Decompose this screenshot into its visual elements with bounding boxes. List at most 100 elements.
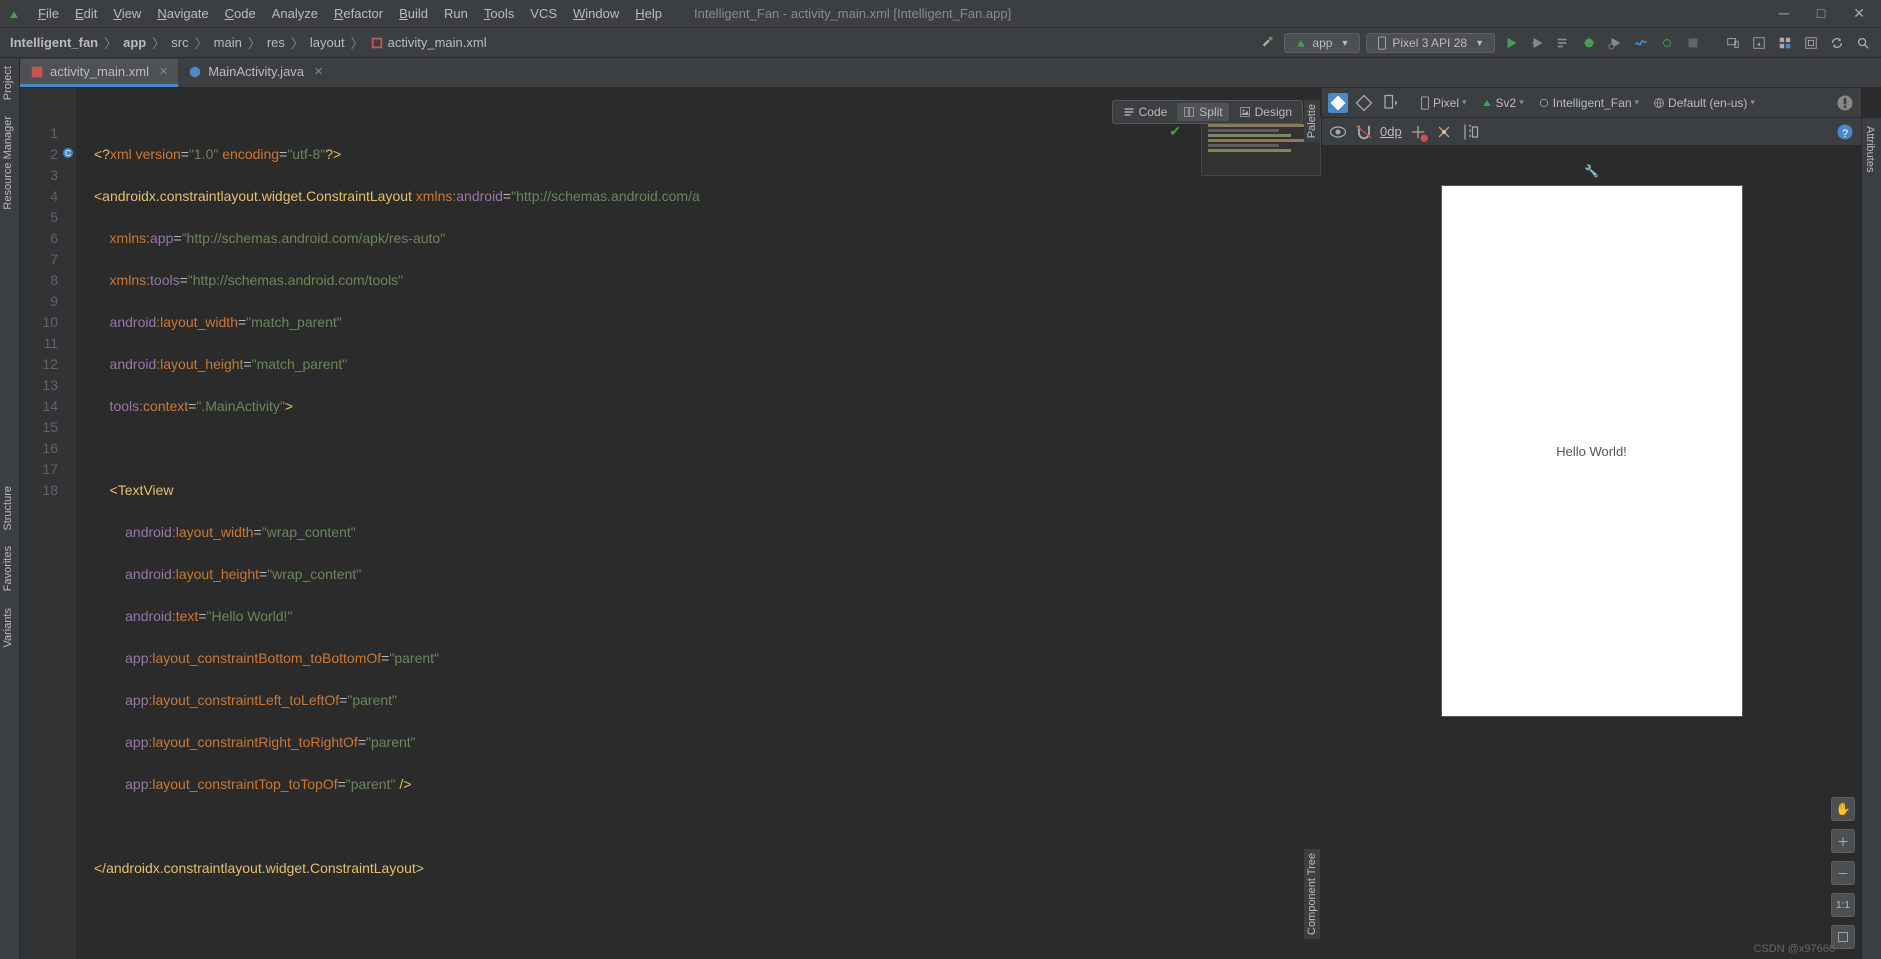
tab-close-icon[interactable]: ✕ xyxy=(314,65,323,78)
menu-help[interactable]: Help xyxy=(627,6,670,21)
apply-changes-icon[interactable] xyxy=(1527,33,1547,53)
code-editor[interactable]: Code Split Design 1 2C 3 4 5 6 7 8 9 10 … xyxy=(20,88,1321,959)
crumb-layout[interactable]: layout xyxy=(306,35,349,50)
line-number: 12 xyxy=(20,354,58,375)
sdk-manager-icon[interactable] xyxy=(1749,33,1769,53)
line-number: 11 xyxy=(20,333,58,354)
menu-run[interactable]: Run xyxy=(436,6,476,21)
menu-analyze[interactable]: Analyze xyxy=(264,6,326,21)
guidelines-icon[interactable] xyxy=(1460,122,1480,142)
crumb-res[interactable]: res xyxy=(263,35,289,50)
warnings-icon[interactable] xyxy=(1835,93,1855,113)
line-number: 10 xyxy=(20,312,58,333)
menu-navigate[interactable]: Navigate xyxy=(149,6,216,21)
theme-select[interactable]: Intelligent_Fan▾ xyxy=(1534,94,1643,112)
class-gutter-icon[interactable]: C xyxy=(62,147,74,159)
menu-file[interactable]: FFileile xyxy=(30,6,67,21)
zoom-in-icon[interactable]: ＋ xyxy=(1831,829,1855,853)
maximize-icon[interactable]: □ xyxy=(1817,5,1825,22)
resource-manager-icon[interactable] xyxy=(1775,33,1795,53)
tool-attributes[interactable]: Attributes xyxy=(1862,118,1878,180)
apply-code-icon[interactable] xyxy=(1553,33,1573,53)
breadcrumb: Intelligent_fan〉 app〉 src〉 main〉 res〉 la… xyxy=(0,33,491,52)
editor-tabs: activity_main.xml✕ MainActivity.java✕ xyxy=(0,58,1881,88)
tool-resource-manager[interactable]: Resource Manager xyxy=(0,108,16,218)
menu-build[interactable]: Build xyxy=(391,6,436,21)
window-title: Intelligent_Fan - activity_main.xml [Int… xyxy=(694,6,1011,21)
view-mode-code[interactable]: Code xyxy=(1117,103,1174,121)
build-hammer-icon[interactable] xyxy=(1258,33,1278,53)
menu-refactor[interactable]: Refactor xyxy=(326,6,391,21)
line-number: 2C xyxy=(20,144,58,165)
menu-edit[interactable]: Edit xyxy=(67,6,105,21)
run-icon[interactable] xyxy=(1501,33,1521,53)
view-options-icon[interactable] xyxy=(1328,122,1348,142)
profiler-icon[interactable] xyxy=(1631,33,1651,53)
design-canvas[interactable]: 🔧 Hello World! ✋ ＋ － 1:1 xyxy=(1322,146,1861,959)
device-select[interactable]: Pixel▾ xyxy=(1416,94,1471,112)
line-number: 14 xyxy=(20,396,58,417)
design-toolbar: Pixel▾ Sv2▾ Intelligent_Fan▾ Default (en… xyxy=(1322,88,1861,118)
navigation-toolbar: Intelligent_fan〉 app〉 src〉 main〉 res〉 la… xyxy=(0,28,1881,58)
view-mode-switcher: Code Split Design xyxy=(1112,100,1303,124)
line-number: 13 xyxy=(20,375,58,396)
magnet-icon[interactable] xyxy=(1354,122,1374,142)
tool-project[interactable]: Project xyxy=(0,58,16,108)
zoom-fit-icon[interactable]: 1:1 xyxy=(1831,893,1855,917)
crumb-file[interactable]: activity_main.xml xyxy=(366,35,491,51)
tool-build-variants[interactable]: Variants xyxy=(0,600,16,656)
line-number: 8 xyxy=(20,270,58,291)
close-icon[interactable]: ✕ xyxy=(1853,5,1865,22)
crumb-src[interactable]: src xyxy=(167,35,192,50)
infer-constraints-icon[interactable] xyxy=(1434,122,1454,142)
stop-icon[interactable] xyxy=(1683,33,1703,53)
orientation-icon[interactable] xyxy=(1380,93,1400,113)
locale-select[interactable]: Default (en-us)▾ xyxy=(1649,94,1759,112)
clear-constraints-icon[interactable] xyxy=(1408,122,1428,142)
menu-vcs[interactable]: VCS xyxy=(522,6,565,21)
attach-debugger-icon[interactable] xyxy=(1657,33,1677,53)
tool-structure[interactable]: Structure xyxy=(0,478,16,539)
zoom-out-icon[interactable]: － xyxy=(1831,861,1855,885)
line-number: 18 xyxy=(20,480,58,501)
api-select[interactable]: Sv2▾ xyxy=(1477,94,1528,112)
crumb-app[interactable]: app xyxy=(119,35,150,50)
line-number: 9 xyxy=(20,291,58,312)
minimize-icon[interactable]: ─ xyxy=(1779,5,1789,22)
component-tree-label[interactable]: Component Tree xyxy=(1304,849,1320,939)
debug-icon[interactable] xyxy=(1579,33,1599,53)
tab-mainactivity[interactable]: MainActivity.java✕ xyxy=(178,59,333,87)
line-number: 3 xyxy=(20,165,58,186)
android-studio-icon xyxy=(6,6,22,22)
tool-favorites[interactable]: Favorites xyxy=(0,538,16,599)
pan-icon[interactable]: ✋ xyxy=(1831,797,1855,821)
run-config-dropdown[interactable]: app▼ xyxy=(1284,33,1360,53)
coverage-icon[interactable] xyxy=(1605,33,1625,53)
crumb-main[interactable]: main xyxy=(210,35,246,50)
help-icon[interactable]: ? xyxy=(1835,122,1855,142)
crumb-project[interactable]: Intelligent_fan xyxy=(6,35,102,50)
line-number: 1 xyxy=(20,123,58,144)
blueprint-icon[interactable] xyxy=(1354,93,1374,113)
layout-inspector-icon[interactable] xyxy=(1801,33,1821,53)
default-margin[interactable]: 0dp xyxy=(1380,124,1402,139)
code-area[interactable]: <?xml version="1.0" encoding="utf-8"?> <… xyxy=(76,88,1321,959)
device-dropdown[interactable]: Pixel 3 API 28▼ xyxy=(1366,33,1495,53)
wrench-icon[interactable]: 🔧 xyxy=(1584,164,1599,178)
tab-activity-main[interactable]: activity_main.xml✕ xyxy=(20,59,178,87)
view-mode-design[interactable]: Design xyxy=(1233,103,1298,121)
svg-text:?: ? xyxy=(1842,128,1848,140)
view-mode-split[interactable]: Split xyxy=(1177,103,1228,121)
device-preview[interactable]: Hello World! xyxy=(1442,186,1742,716)
tab-close-icon[interactable]: ✕ xyxy=(159,65,168,78)
search-icon[interactable] xyxy=(1853,33,1873,53)
menu-view[interactable]: View xyxy=(105,6,149,21)
sync-icon[interactable] xyxy=(1827,33,1847,53)
design-surface-icon[interactable] xyxy=(1328,93,1348,113)
palette-label[interactable]: Palette xyxy=(1304,100,1320,142)
menu-window[interactable]: Window xyxy=(565,6,627,21)
avd-manager-icon[interactable] xyxy=(1723,33,1743,53)
menu-code[interactable]: Code xyxy=(217,6,264,21)
menu-tools[interactable]: Tools xyxy=(476,6,522,21)
line-number: 15 xyxy=(20,417,58,438)
